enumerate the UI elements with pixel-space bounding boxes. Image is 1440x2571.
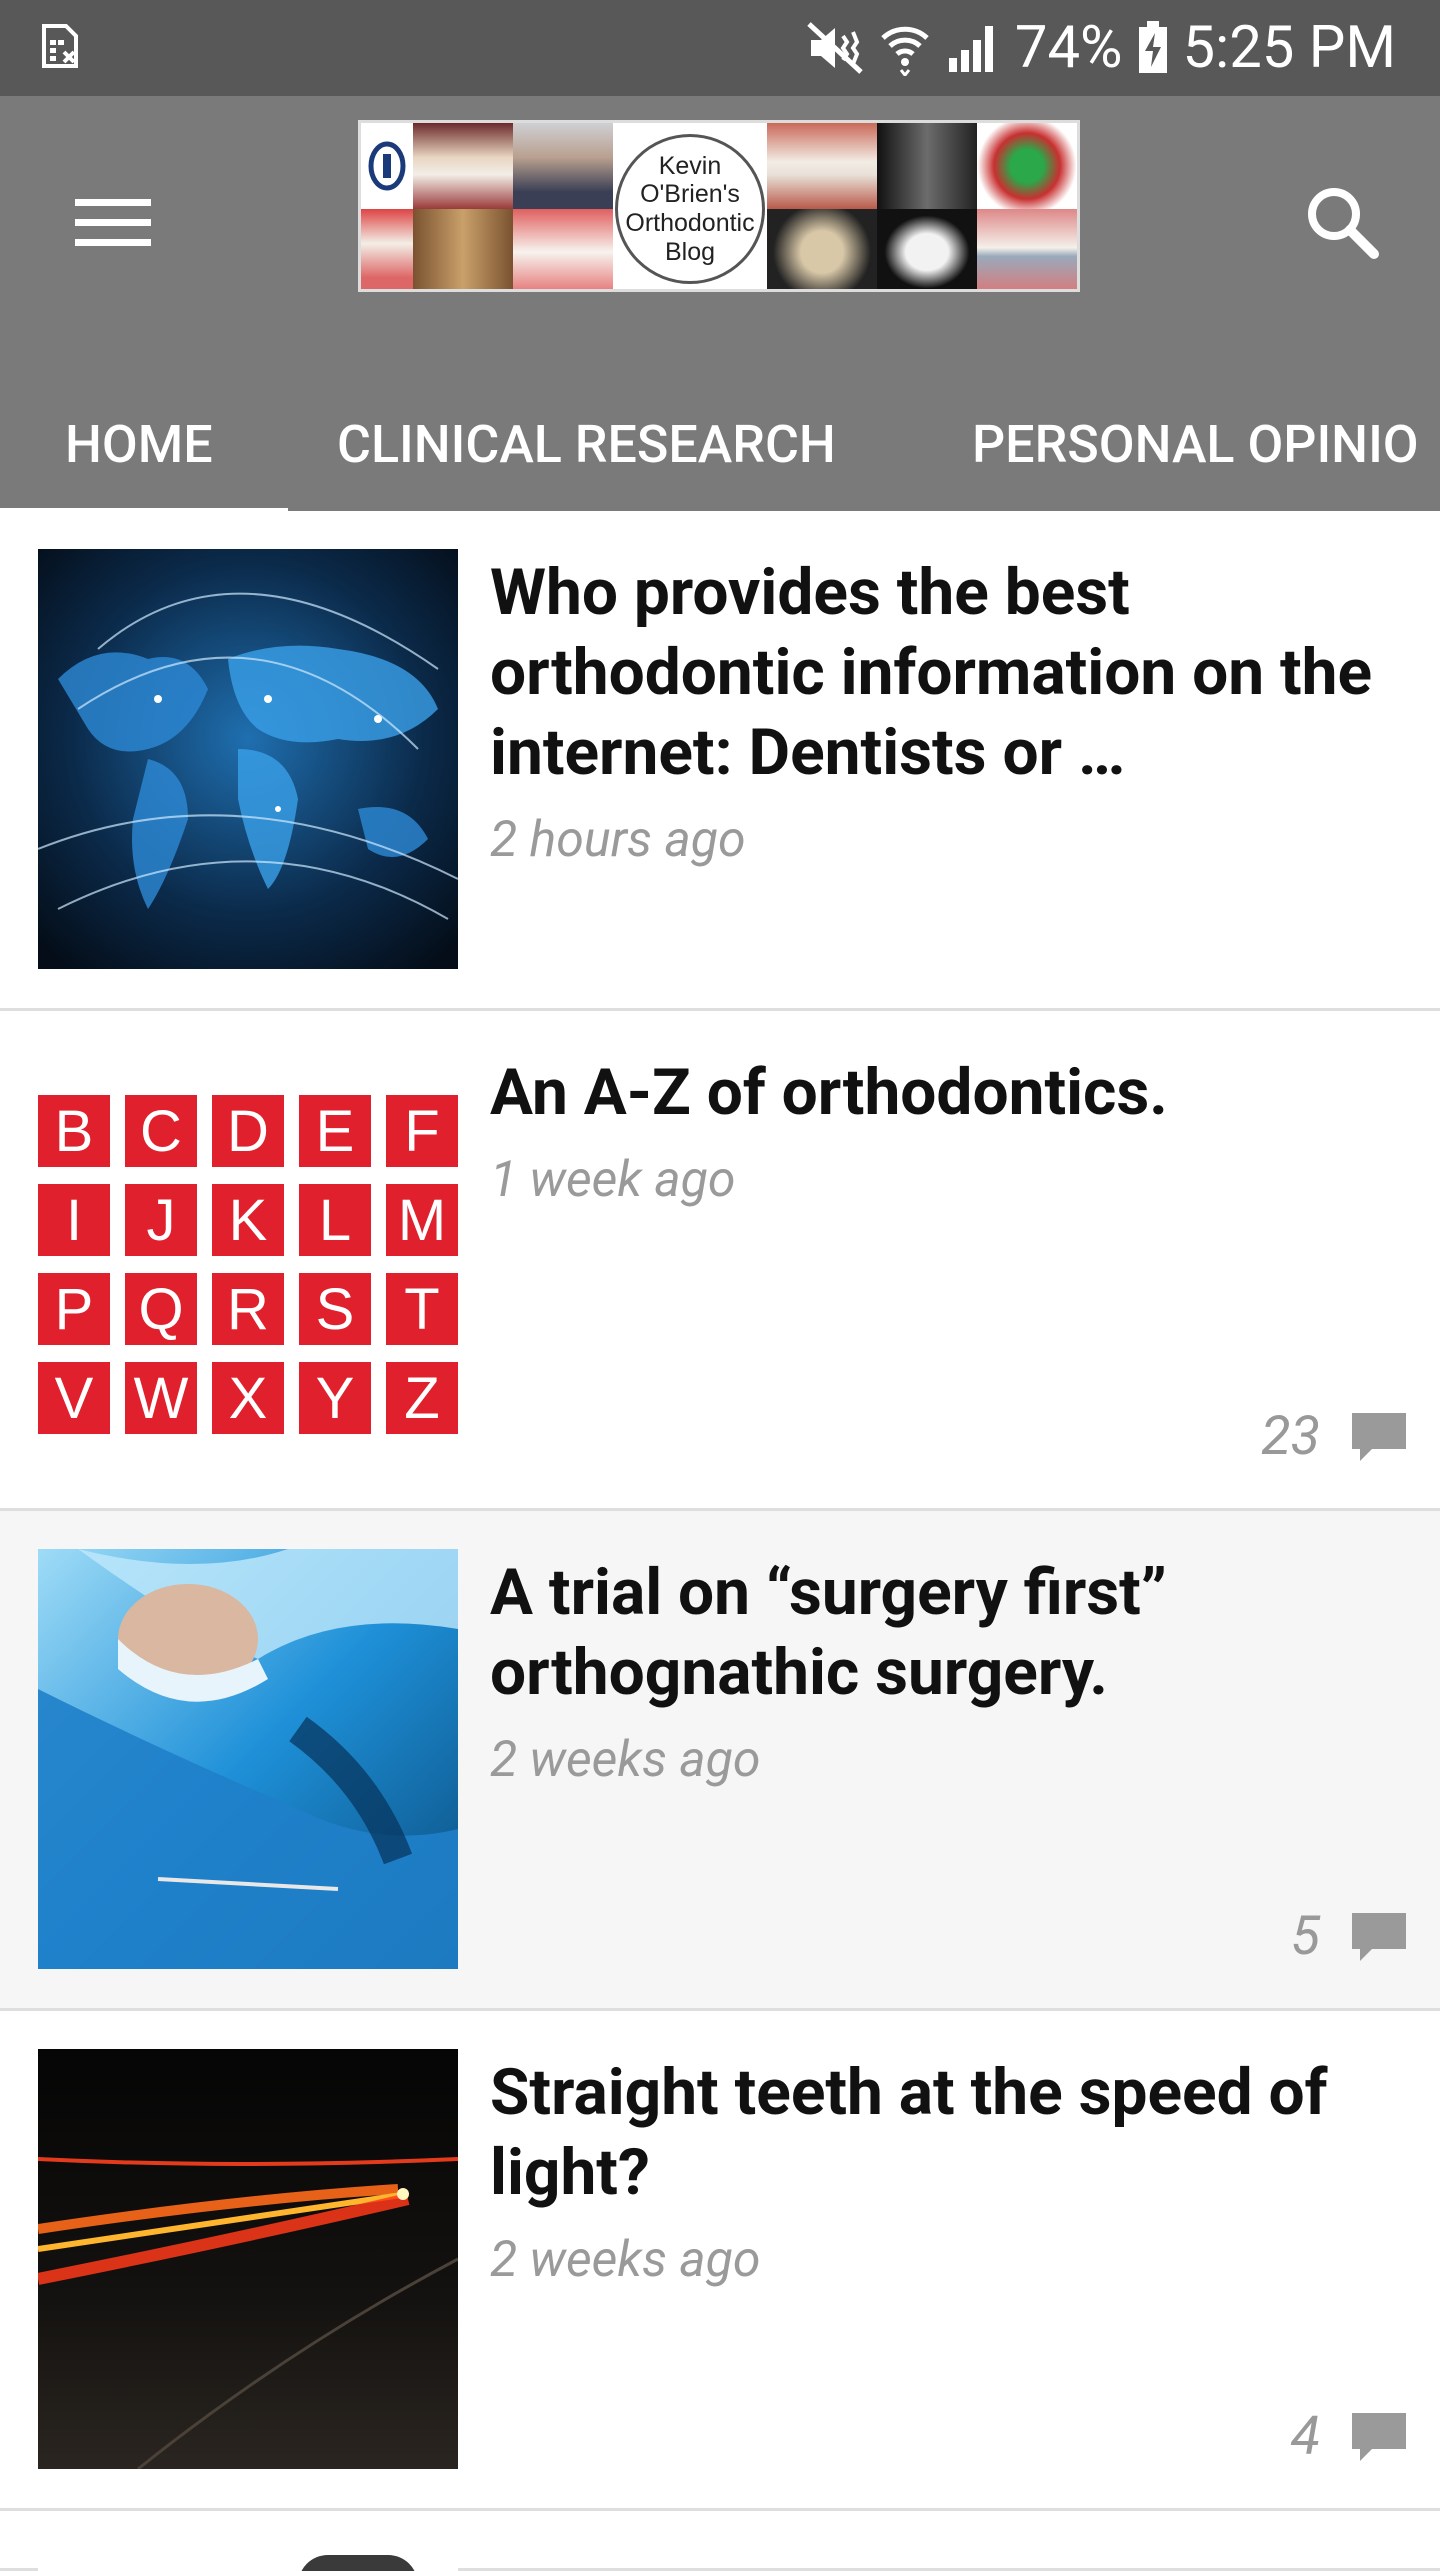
- letter-tile: R: [212, 1273, 284, 1345]
- search-button[interactable]: [1282, 162, 1402, 282]
- post-date: 2 hours ago: [490, 811, 746, 869]
- post-title[interactable]: Who provides the best orthodontic inform…: [490, 553, 1410, 793]
- letter-tile: M: [386, 1184, 458, 1256]
- logo-teeth-image: [361, 209, 413, 289]
- post-date: 2 weeks ago: [490, 2231, 761, 2289]
- world-map-image: [38, 549, 458, 969]
- post-date: 2 weeks ago: [490, 1731, 761, 1789]
- comment-bubble-icon: [1352, 1912, 1406, 1961]
- letter-tile: V: [38, 1362, 110, 1434]
- letter-tile: Q: [125, 1273, 197, 1345]
- post-title[interactable]: A trial on “surgery first” orthognathic …: [490, 1553, 1410, 1713]
- letter-tile: F: [386, 1095, 458, 1167]
- letter-tile: D: [212, 1095, 284, 1167]
- university-crest-icon: [361, 123, 413, 209]
- letter-tile: P: [38, 1273, 110, 1345]
- comment-count: 5: [1290, 1905, 1320, 1968]
- battery-percent: 74%: [1014, 14, 1123, 82]
- comment-bubble-icon: [1352, 2412, 1406, 2461]
- signal-icon: [948, 26, 993, 72]
- post-list-item[interactable]: BCDEF IJKLM PQRST VWXYZ An A-Z of orthodont…: [0, 1011, 1440, 1511]
- logo-xray-image: [877, 123, 977, 209]
- logo-dogs-image: [413, 209, 513, 289]
- mute-vibrate-icon: [807, 22, 863, 74]
- tab-clinical-research[interactable]: CLINICAL RESEARCH: [337, 379, 836, 511]
- comment-bubble-icon: [1352, 1412, 1406, 1461]
- letter-tile: K: [212, 1184, 284, 1256]
- alphabet-tiles-image: BCDEF IJKLM PQRST VWXYZ: [38, 1095, 458, 1435]
- letter-tile: L: [299, 1184, 371, 1256]
- post-list-item[interactable]: Who provides the best orthodontic inform…: [0, 511, 1440, 1011]
- category-tabs: HOME CLINICAL RESEARCH PERSONAL OPINIO: [0, 379, 1440, 511]
- post-list-item[interactable]: [0, 2511, 1440, 2571]
- app-bar: Kevin O'Brien's Orthodontic Blog HOME CL…: [0, 96, 1440, 517]
- post-list-item[interactable]: Straight teeth at the speed of light? 2 …: [0, 2011, 1440, 2511]
- letter-tile: X: [212, 1362, 284, 1434]
- comment-count-button[interactable]: 23: [1261, 1405, 1410, 1468]
- letter-tile: C: [125, 1095, 197, 1167]
- logo-skull-image: [767, 209, 877, 289]
- letter-tile: S: [299, 1273, 371, 1345]
- post-title[interactable]: An A-Z of orthodontics.: [490, 1053, 1410, 1133]
- search-icon: [1308, 188, 1379, 259]
- comment-count: 23: [1261, 1405, 1320, 1468]
- post-thumbnail: [38, 549, 458, 969]
- post-thumbnail: [38, 2049, 458, 2469]
- menu-button[interactable]: [58, 168, 168, 278]
- logo-retainer-image: [977, 123, 1077, 209]
- post-thumbnail: BCDEF IJKLM PQRST VWXYZ: [38, 1049, 458, 1469]
- post-date: 1 week ago: [490, 1151, 736, 1209]
- letter-tile: T: [386, 1273, 458, 1345]
- tab-home[interactable]: HOME: [65, 379, 213, 511]
- surgeon-image: [38, 1549, 458, 1969]
- post-thumbnail: [38, 2549, 458, 2571]
- letter-tile: E: [299, 1095, 371, 1167]
- post-list-item[interactable]: A trial on “surgery first” orthognathic …: [0, 1511, 1440, 2011]
- blog-logo[interactable]: Kevin O'Brien's Orthodontic Blog: [358, 120, 1080, 292]
- comment-count-button[interactable]: 5: [1291, 1905, 1410, 1968]
- post-title[interactable]: Straight teeth at the speed of light?: [490, 2053, 1410, 2213]
- logo-title-badge: Kevin O'Brien's Orthodontic Blog: [613, 123, 767, 289]
- hamburger-menu-icon: [75, 199, 151, 246]
- comment-count-button[interactable]: 4: [1291, 2405, 1410, 2468]
- logo-teeth-image: [413, 123, 513, 209]
- clock: 5:25 PM: [1182, 14, 1396, 82]
- tab-personal-opinion[interactable]: PERSONAL OPINIO: [972, 379, 1419, 511]
- comment-count: 4: [1290, 2405, 1320, 2468]
- letter-tile: W: [125, 1362, 197, 1434]
- letter-tile: J: [125, 1184, 197, 1256]
- letter-tile: I: [38, 1184, 110, 1256]
- sim-card-error-icon: [42, 24, 78, 68]
- status-bar: 74% 5:25 PM: [0, 0, 1440, 96]
- logo-teeth-image: [513, 209, 613, 289]
- logo-xray-image: [877, 209, 977, 289]
- post-thumbnail: [38, 1549, 458, 1969]
- letter-tile: Z: [386, 1362, 458, 1434]
- light-trails-image: [38, 2049, 458, 2469]
- logo-portrait-image: [513, 123, 613, 209]
- wifi-icon: [881, 26, 929, 76]
- logo-braces-image: [977, 209, 1077, 289]
- letter-tile: Y: [299, 1362, 371, 1434]
- logo-teeth-image: [767, 123, 877, 209]
- letter-tile: B: [38, 1095, 110, 1167]
- battery-charging-icon: [1138, 21, 1167, 73]
- post-list: Who provides the best orthodontic inform…: [0, 511, 1440, 2571]
